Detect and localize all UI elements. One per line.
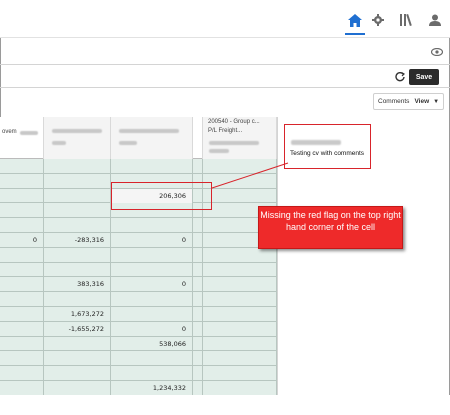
annotation-callout: Missing the red flag on the top right ha… <box>258 206 403 249</box>
page-footer-space <box>0 395 450 415</box>
